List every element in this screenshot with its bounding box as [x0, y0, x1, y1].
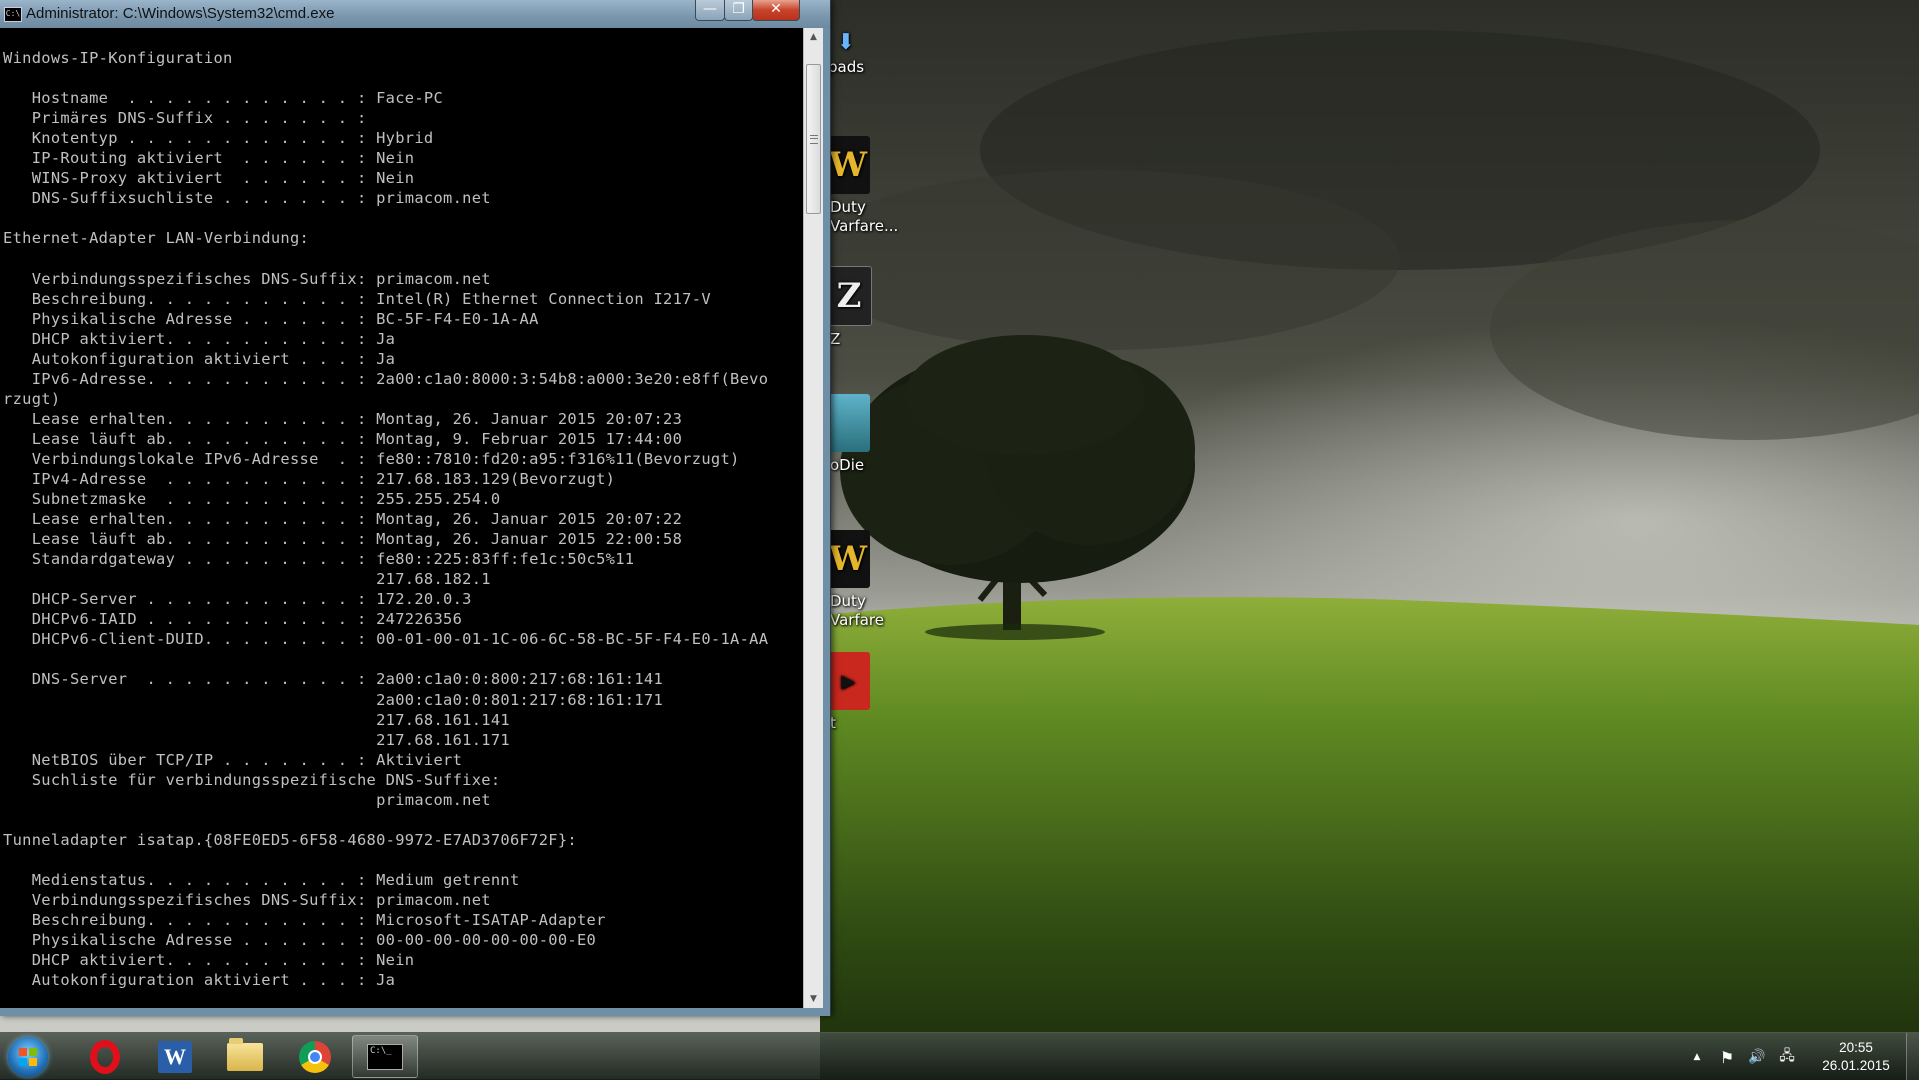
desktop-icon-app-4[interactable]: oDie [826, 394, 920, 475]
desktop-icon-label: Z [830, 330, 841, 348]
console-line: Beschreibung. . . . . . . . . . . : Micr… [3, 911, 606, 930]
console-line: DHCP-Server . . . . . . . . . . . : 172.… [3, 590, 472, 609]
console-line: DHCPv6-IAID . . . . . . . . . . . : 2472… [3, 610, 463, 629]
console-line: primacom.net [3, 790, 491, 809]
windows-logo-icon [19, 1048, 37, 1066]
console-line: 2a00:c1a0:0:801:217:68:161:171 [3, 690, 664, 709]
clock-time: 20:55 [1839, 1040, 1873, 1055]
clock[interactable]: 20:55 26.01.2015 [1810, 1039, 1902, 1075]
app-icon [826, 394, 870, 452]
console-line: Lease erhalten. . . . . . . . . . : Mont… [3, 409, 683, 428]
7zip-icon: Z [826, 266, 872, 326]
desktop-icon-cod-2[interactable]: W Duty Varfare [826, 530, 920, 630]
console-line: Lease läuft ab. . . . . . . . . . : Mont… [3, 530, 683, 549]
start-button[interactable] [8, 1037, 48, 1077]
console-line: 217.68.182.1 [3, 570, 491, 589]
chrome-icon [299, 1040, 331, 1073]
desktop-icon-downloads[interactable]: ⬇ pads [828, 30, 918, 77]
desktop-icon-cod-1[interactable]: W Duty Varfare... [826, 136, 920, 236]
console-line: Primäres DNS-Suffix . . . . . . . : [3, 109, 367, 128]
taskbar-explorer[interactable] [212, 1035, 278, 1078]
cmd-window-icon[interactable]: C:\ [4, 7, 22, 22]
scroll-grip-icon [810, 135, 818, 144]
console-line: rzugt) [3, 389, 61, 408]
console-output[interactable]: Windows-IP-Konfiguration Hostname . . . … [0, 28, 803, 1008]
app-icon: ▶ [826, 652, 870, 710]
console-line: WINS-Proxy aktiviert . . . . . . : Nein [3, 169, 415, 188]
console-line: Physikalische Adresse . . . . . . : BC-5… [3, 309, 539, 328]
desktop-icon-label: oDie [830, 456, 865, 474]
console-line: Suchliste für verbindungsspezifische DNS… [3, 770, 501, 789]
console-line: Verbindungslokale IPv6-Adresse . : fe80:… [3, 449, 740, 468]
desktop-icon-7zip[interactable]: Z Z [826, 266, 920, 349]
console-line: Verbindungsspezifisches DNS-Suffix: prim… [3, 890, 491, 909]
console-line: Autokonfiguration aktiviert . . . : Ja [3, 971, 396, 990]
console-line: Ethernet-Adapter LAN-Verbindung: [3, 229, 310, 248]
system-tray: ▲ ⚑ 🔊 🖧 [1688, 1045, 1796, 1069]
speaker-icon[interactable]: 🔊 [1748, 1049, 1766, 1065]
console-line: Beschreibung. . . . . . . . . . . : Inte… [3, 289, 711, 308]
desktop-icon-app-6[interactable]: ▶ t [826, 652, 920, 733]
window-title: Administrator: C:\Windows\System32\cmd.e… [26, 5, 335, 22]
console-line: Autokonfiguration aktiviert . . . : Ja [3, 349, 396, 368]
maximize-button[interactable]: ❐ [724, 0, 753, 21]
scroll-down-arrow[interactable]: ▼ [804, 990, 823, 1008]
taskbar-cmd[interactable]: C:\_ [352, 1035, 418, 1078]
console-line: NetBIOS über TCP/IP . . . . . . . : Akti… [3, 750, 463, 769]
console-line: DNS-Server . . . . . . . . . . . : 2a00:… [3, 670, 664, 689]
call-of-duty-icon: W [826, 530, 870, 588]
console-line: IPv6-Adresse. . . . . . . . . . . : 2a00… [3, 369, 769, 388]
console-line: Knotentyp . . . . . . . . . . . . : Hybr… [3, 129, 434, 148]
clock-date: 26.01.2015 [1822, 1058, 1890, 1073]
chevron-up-icon[interactable]: ▲ [1688, 1052, 1706, 1062]
scroll-up-arrow[interactable]: ▲ [804, 28, 823, 46]
console-line: Hostname . . . . . . . . . . . . : Face-… [3, 89, 444, 108]
console-line: Subnetzmaske . . . . . . . . . . : 255.2… [3, 490, 501, 509]
minimize-button[interactable]: — [695, 0, 725, 21]
vertical-scrollbar[interactable]: ▲ ▼ [803, 28, 823, 1008]
console-line: Lease erhalten. . . . . . . . . . : Mont… [3, 510, 683, 529]
console-line: DNS-Suffixsuchliste . . . . . . . : prim… [3, 189, 491, 208]
console-line: Standardgateway . . . . . . . . . : fe80… [3, 550, 635, 569]
console-line: Windows-IP-Konfiguration [3, 49, 233, 67]
folder-icon [227, 1037, 263, 1071]
desktop-icon-label: pads [828, 58, 865, 76]
console-line: 217.68.161.171 [3, 730, 510, 749]
console-line: Lease läuft ab. . . . . . . . . . : Mont… [3, 429, 683, 448]
taskbar-word[interactable]: W [142, 1035, 208, 1078]
console-line: 217.68.161.141 [3, 710, 510, 729]
opera-icon [90, 1039, 120, 1074]
title-bar[interactable]: C:\ Administrator: C:\Windows\System32\c… [0, 0, 830, 28]
console-line: Tunneladapter isatap.{08FE0ED5-6F58-4680… [3, 830, 577, 849]
console-line: Verbindungsspezifisches DNS-Suffix: prim… [3, 269, 491, 288]
cmd-window: C:\ Administrator: C:\Windows\System32\c… [0, 0, 831, 1016]
console-text: Windows-IP-Konfiguration Hostname . . . … [0, 28, 803, 990]
taskbar-chrome[interactable] [282, 1035, 348, 1078]
close-button[interactable]: ✕ [752, 0, 800, 21]
console-line: DHCPv6-Client-DUID. . . . . . . . : 00-0… [3, 630, 769, 649]
desktop-icon-label: Duty Varfare [830, 592, 884, 629]
desktop-icon-label: Duty Varfare... [830, 198, 899, 235]
console-line: Physikalische Adresse . . . . . . : 00-0… [3, 931, 597, 950]
scroll-thumb[interactable] [806, 64, 821, 214]
flag-icon[interactable]: ⚑ [1718, 1048, 1736, 1067]
console-line: DHCP aktiviert. . . . . . . . . . : Ja [3, 329, 396, 348]
console-line: IPv4-Adresse . . . . . . . . . . : 217.6… [3, 469, 616, 488]
console-line: Medienstatus. . . . . . . . . . . : Medi… [3, 870, 520, 889]
taskbar: W C:\_ ▲ ⚑ 🔊 🖧 20:55 26.01.2015 [0, 1032, 1919, 1080]
taskbar-opera[interactable] [72, 1035, 138, 1078]
network-icon[interactable]: 🖧 [1778, 1045, 1796, 1069]
word-icon: W [158, 1040, 192, 1073]
show-desktop-button[interactable] [1906, 1033, 1919, 1080]
cmd-icon: C:\_ [367, 1043, 403, 1070]
call-of-duty-icon: W [826, 136, 870, 194]
console-line: IP-Routing aktiviert . . . . . . : Nein [3, 149, 415, 168]
console-line: DHCP aktiviert. . . . . . . . . . : Nein [3, 951, 415, 970]
